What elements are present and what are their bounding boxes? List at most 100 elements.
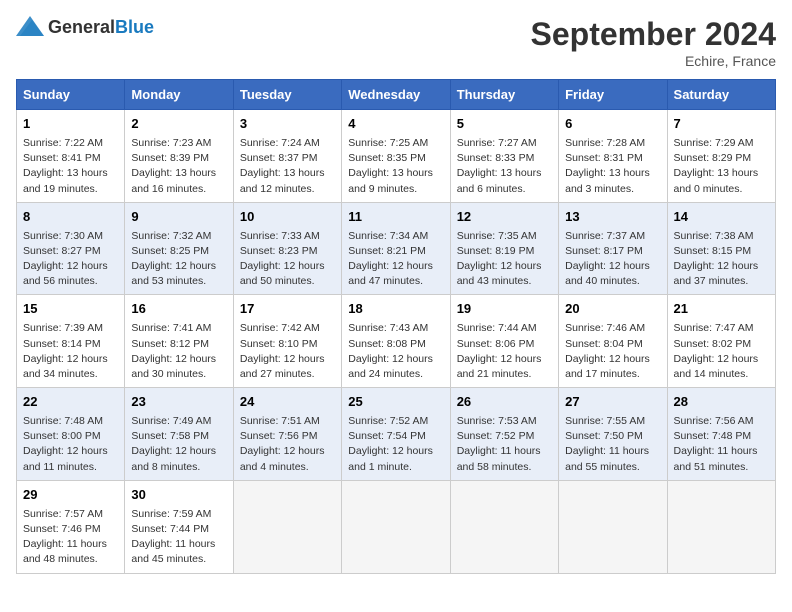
calendar-cell: 30 Sunrise: 7:59 AM Sunset: 7:44 PM Dayli… [125,480,233,573]
day-number: 23 [131,393,226,412]
day-number: 10 [240,208,335,227]
day-number: 19 [457,300,552,319]
month-title: September 2024 [531,16,776,53]
day-info: Sunrise: 7:53 AM Sunset: 7:52 PM Dayligh… [457,414,552,475]
calendar-cell: 24 Sunrise: 7:51 AM Sunset: 7:56 PM Dayli… [233,388,341,481]
col-header-wednesday: Wednesday [342,80,450,110]
day-number: 30 [131,486,226,505]
day-info: Sunrise: 7:29 AM Sunset: 8:29 PM Dayligh… [674,136,769,197]
day-info: Sunrise: 7:51 AM Sunset: 7:56 PM Dayligh… [240,414,335,475]
calendar-cell: 20Sunrise: 7:46 AM Sunset: 8:04 PM Dayli… [559,295,667,388]
calendar-cell: 23 Sunrise: 7:49 AM Sunset: 7:58 PM Dayli… [125,388,233,481]
day-info: Sunrise: 7:49 AM Sunset: 7:58 PM Dayligh… [131,414,226,475]
day-info: Sunrise: 7:48 AM Sunset: 8:00 PM Dayligh… [23,414,118,475]
calendar-cell [559,480,667,573]
day-info: Sunrise: 7:44 AM Sunset: 8:06 PM Dayligh… [457,321,552,382]
col-header-thursday: Thursday [450,80,558,110]
calendar-cell [233,480,341,573]
calendar-cell: 27 Sunrise: 7:55 AM Sunset: 7:50 PM Dayli… [559,388,667,481]
col-header-monday: Monday [125,80,233,110]
logo-general: General [48,17,115,37]
day-number: 22 [23,393,118,412]
day-number: 24 [240,393,335,412]
logo-icon [16,16,44,38]
day-number: 9 [131,208,226,227]
day-number: 12 [457,208,552,227]
day-number: 21 [674,300,769,319]
day-info: Sunrise: 7:33 AM Sunset: 8:23 PM Dayligh… [240,229,335,290]
calendar-cell: 7 Sunrise: 7:29 AM Sunset: 8:29 PM Daylig… [667,110,775,203]
logo: GeneralBlue [16,16,154,38]
calendar-cell: 11 Sunrise: 7:34 AM Sunset: 8:21 PM Dayli… [342,202,450,295]
calendar-cell: 1 Sunrise: 7:22 AM Sunset: 8:41 PM Daylig… [17,110,125,203]
day-info: Sunrise: 7:41 AM Sunset: 8:12 PM Dayligh… [131,321,226,382]
calendar-cell [667,480,775,573]
calendar-cell: 18Sunrise: 7:43 AM Sunset: 8:08 PM Dayli… [342,295,450,388]
calendar-week-row: 29 Sunrise: 7:57 AM Sunset: 7:46 PM Dayli… [17,480,776,573]
day-number: 26 [457,393,552,412]
calendar-cell: 12 Sunrise: 7:35 AM Sunset: 8:19 PM Dayli… [450,202,558,295]
day-number: 28 [674,393,769,412]
col-header-sunday: Sunday [17,80,125,110]
calendar-cell: 3Sunrise: 7:24 AM Sunset: 8:37 PM Daylig… [233,110,341,203]
day-number: 7 [674,115,769,134]
logo-blue: Blue [115,17,154,37]
calendar-cell: 9 Sunrise: 7:32 AM Sunset: 8:25 PM Daylig… [125,202,233,295]
day-number: 13 [565,208,660,227]
calendar-cell: 26 Sunrise: 7:53 AM Sunset: 7:52 PM Dayli… [450,388,558,481]
header: GeneralBlue September 2024 Echire, Franc… [16,16,776,69]
location-title: Echire, France [531,53,776,69]
day-number: 4 [348,115,443,134]
day-number: 6 [565,115,660,134]
day-info: Sunrise: 7:57 AM Sunset: 7:46 PM Dayligh… [23,507,118,568]
day-number: 18 [348,300,443,319]
day-info: Sunrise: 7:52 AM Sunset: 7:54 PM Dayligh… [348,414,443,475]
day-number: 14 [674,208,769,227]
calendar-cell: 16 Sunrise: 7:41 AM Sunset: 8:12 PM Dayli… [125,295,233,388]
calendar-cell: 10 Sunrise: 7:33 AM Sunset: 8:23 PM Dayli… [233,202,341,295]
col-header-tuesday: Tuesday [233,80,341,110]
day-number: 2 [131,115,226,134]
day-number: 11 [348,208,443,227]
calendar-cell: 4Sunrise: 7:25 AM Sunset: 8:35 PM Daylig… [342,110,450,203]
calendar-header-row: SundayMondayTuesdayWednesdayThursdayFrid… [17,80,776,110]
calendar-cell: 25Sunrise: 7:52 AM Sunset: 7:54 PM Dayli… [342,388,450,481]
day-info: Sunrise: 7:56 AM Sunset: 7:48 PM Dayligh… [674,414,769,475]
col-header-friday: Friday [559,80,667,110]
calendar-week-row: 1 Sunrise: 7:22 AM Sunset: 8:41 PM Daylig… [17,110,776,203]
day-info: Sunrise: 7:35 AM Sunset: 8:19 PM Dayligh… [457,229,552,290]
day-info: Sunrise: 7:32 AM Sunset: 8:25 PM Dayligh… [131,229,226,290]
calendar-cell: 21 Sunrise: 7:47 AM Sunset: 8:02 PM Dayli… [667,295,775,388]
calendar-cell: 13 Sunrise: 7:37 AM Sunset: 8:17 PM Dayli… [559,202,667,295]
day-number: 8 [23,208,118,227]
calendar-week-row: 15 Sunrise: 7:39 AM Sunset: 8:14 PM Dayli… [17,295,776,388]
day-info: Sunrise: 7:38 AM Sunset: 8:15 PM Dayligh… [674,229,769,290]
day-info: Sunrise: 7:39 AM Sunset: 8:14 PM Dayligh… [23,321,118,382]
day-info: Sunrise: 7:22 AM Sunset: 8:41 PM Dayligh… [23,136,118,197]
day-number: 29 [23,486,118,505]
day-info: Sunrise: 7:47 AM Sunset: 8:02 PM Dayligh… [674,321,769,382]
calendar-cell: 15 Sunrise: 7:39 AM Sunset: 8:14 PM Dayli… [17,295,125,388]
day-info: Sunrise: 7:59 AM Sunset: 7:44 PM Dayligh… [131,507,226,568]
calendar-table: SundayMondayTuesdayWednesdayThursdayFrid… [16,79,776,574]
day-number: 27 [565,393,660,412]
col-header-saturday: Saturday [667,80,775,110]
day-number: 1 [23,115,118,134]
day-number: 3 [240,115,335,134]
day-info: Sunrise: 7:34 AM Sunset: 8:21 PM Dayligh… [348,229,443,290]
day-info: Sunrise: 7:55 AM Sunset: 7:50 PM Dayligh… [565,414,660,475]
day-info: Sunrise: 7:42 AM Sunset: 8:10 PM Dayligh… [240,321,335,382]
day-number: 17 [240,300,335,319]
title-block: September 2024 Echire, France [531,16,776,69]
day-number: 16 [131,300,226,319]
day-info: Sunrise: 7:28 AM Sunset: 8:31 PM Dayligh… [565,136,660,197]
calendar-cell: 5Sunrise: 7:27 AM Sunset: 8:33 PM Daylig… [450,110,558,203]
day-info: Sunrise: 7:30 AM Sunset: 8:27 PM Dayligh… [23,229,118,290]
day-info: Sunrise: 7:27 AM Sunset: 8:33 PM Dayligh… [457,136,552,197]
calendar-cell: 14 Sunrise: 7:38 AM Sunset: 8:15 PM Dayli… [667,202,775,295]
calendar-cell: 19 Sunrise: 7:44 AM Sunset: 8:06 PM Dayli… [450,295,558,388]
calendar-cell: 29 Sunrise: 7:57 AM Sunset: 7:46 PM Dayli… [17,480,125,573]
calendar-cell: 17 Sunrise: 7:42 AM Sunset: 8:10 PM Dayli… [233,295,341,388]
day-info: Sunrise: 7:37 AM Sunset: 8:17 PM Dayligh… [565,229,660,290]
day-number: 15 [23,300,118,319]
